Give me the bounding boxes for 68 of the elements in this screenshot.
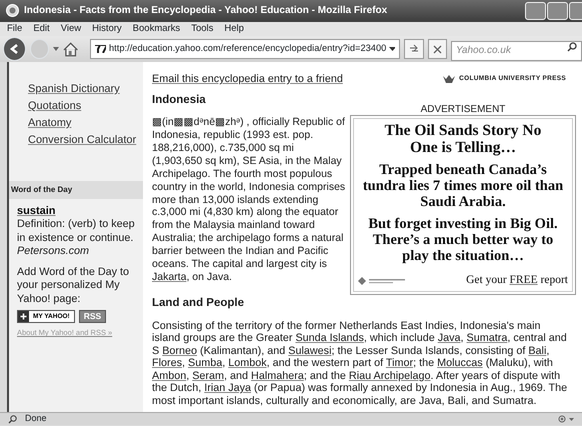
rss-button[interactable]: RSS bbox=[78, 310, 106, 324]
text-link[interactable]: Borneo bbox=[162, 344, 198, 357]
search-field[interactable]: Yahoo.co.uk bbox=[451, 40, 582, 60]
text-link[interactable]: Riau Archipelago bbox=[348, 370, 431, 382]
section-heading: Land and People bbox=[152, 296, 246, 310]
sidebar-link[interactable]: Conversion Calculator bbox=[28, 132, 136, 149]
search-icon bbox=[8, 414, 17, 424]
text-link[interactable]: Timor bbox=[386, 357, 414, 370]
sidebar-link[interactable]: Quotations bbox=[28, 98, 82, 115]
menu-item[interactable]: Tools bbox=[191, 22, 214, 36]
close-icon bbox=[432, 44, 442, 54]
text-link[interactable]: FREE bbox=[510, 274, 538, 286]
text-link[interactable]: Halmahera bbox=[251, 370, 304, 382]
status-text: Done bbox=[25, 412, 47, 426]
reload-button[interactable] bbox=[404, 39, 424, 59]
sponsor-logo-icon bbox=[358, 276, 408, 286]
text-link[interactable]: Jakarta bbox=[152, 270, 186, 283]
address-field[interactable]: http://education.yahoo.com/reference/encyclopedia/entry?id=23400 bbox=[90, 39, 400, 59]
text-link[interactable]: Java bbox=[438, 332, 461, 344]
intro-paragraph: ▩(in▩▩dᵊnē▩zhᵊ) , officially Republic of Indonesia, republic (1993 est. pop. 188,216,000), c.735,000 sq mi (1,903,650 sq km), SE Asia, in the Malay Archipelago. The fourth most populous country in the world, Indonesia comprises more than 13,000 islands extending c.3,000 mi (4,830 km) along the equator from the Malaysia mainland toward Australia; the archipelago forms a natural barrier between the Indian and Pacific oceans. The capital and largest city is Jakarta, on Java. bbox=[152, 116, 346, 284]
article-title: Indonesia bbox=[152, 94, 207, 108]
section-heading: Word of the Day bbox=[9, 181, 143, 199]
zoom-icon[interactable] bbox=[558, 414, 574, 424]
menu-item[interactable]: Edit bbox=[33, 22, 50, 36]
advertisement-label: ADVERTISEMENT bbox=[420, 104, 506, 116]
plus-icon bbox=[18, 311, 29, 322]
crown-icon bbox=[443, 75, 456, 84]
text-link[interactable]: Sulawesi bbox=[288, 344, 332, 357]
text-link[interactable]: Sumatra bbox=[466, 332, 508, 344]
menu-item[interactable]: Help bbox=[224, 22, 244, 36]
browser-logo-icon bbox=[6, 4, 19, 17]
ad-text: Trapped beneath Canada’s tundra lies 7 times more oil than Saudi Arabia. bbox=[362, 162, 564, 210]
text-link[interactable]: Sunda Islands bbox=[295, 332, 364, 344]
text-link[interactable]: Ambon bbox=[152, 370, 186, 382]
dropdown-icon[interactable] bbox=[389, 47, 396, 51]
add-text: Add Word of the Day to your personalized My Yahoo! page: bbox=[17, 266, 130, 306]
ad-text: But forget investing in Big Oil. There’s a much better way to play the situation… bbox=[367, 216, 559, 264]
window-title: Indonesia - Facts from the Encyclopedia - Yahoo! Education - Mozilla Firefox bbox=[24, 5, 388, 16]
email-link[interactable]: Email this encyclopedia entry to a friend bbox=[152, 71, 343, 88]
menu-item[interactable]: File bbox=[7, 22, 22, 36]
caret-icon[interactable] bbox=[53, 47, 60, 51]
stop-button[interactable] bbox=[428, 39, 447, 59]
text-link[interactable]: Flores bbox=[152, 357, 182, 370]
ad-headline: The Oil Sands Story No One is Telling… bbox=[384, 122, 542, 156]
text-link[interactable]: Irian Jaya bbox=[204, 382, 252, 394]
minimize-button[interactable] bbox=[525, 2, 546, 20]
menu-item[interactable]: Bookmarks bbox=[132, 22, 180, 36]
home-icon[interactable] bbox=[63, 42, 78, 56]
text-link[interactable]: Seram bbox=[192, 370, 224, 382]
sidebar-link[interactable]: Anatomy bbox=[28, 115, 72, 132]
text-link[interactable]: Sumba bbox=[188, 357, 222, 370]
menu-item[interactable]: History bbox=[92, 22, 122, 36]
advertisement-banner[interactable] bbox=[350, 115, 576, 296]
maximize-button[interactable] bbox=[547, 2, 568, 20]
text-link[interactable]: Bali bbox=[528, 344, 546, 357]
word-link[interactable]: sustain bbox=[17, 205, 56, 218]
site-icon bbox=[95, 45, 106, 53]
section-paragraph: Consisting of the territory of the former Netherlands East Indies, Indonesia's main island groups are the Greater Sunda Islands, which include Java, Sumatra, central and S Borneo (Kalimantan), and Sulawesi; the Lesser Sunda Islands, consisting of Bali, Flores, Sumba, Lombok, and the western part of Timor; the Moluccas (Maluku), with Ambon, Seram, and Halmahera; and the Riau Archipelago. After years of dispute with the Dutch, Irian Jaya (or Papua) was formally annexed by Indonesia in Aug., 1969. The most important islands, culturally and economically, are Java, Bali, and Sumatra. bbox=[152, 320, 568, 408]
reload-icon bbox=[409, 44, 420, 54]
text-link[interactable]: Lombok bbox=[228, 357, 267, 370]
search-icon[interactable] bbox=[567, 42, 577, 52]
menu-item[interactable]: View bbox=[60, 22, 82, 36]
text-link[interactable]: Moluccas bbox=[437, 357, 483, 370]
source-text: Petersons.com bbox=[17, 244, 90, 258]
report-text: Get your FREE report bbox=[466, 273, 568, 288]
definition-text: Definition: (verb) to keep in existence or continue. bbox=[17, 218, 135, 245]
sidebar-link[interactable]: Spanish Dictionary bbox=[28, 81, 120, 98]
back-button[interactable] bbox=[3, 37, 26, 61]
